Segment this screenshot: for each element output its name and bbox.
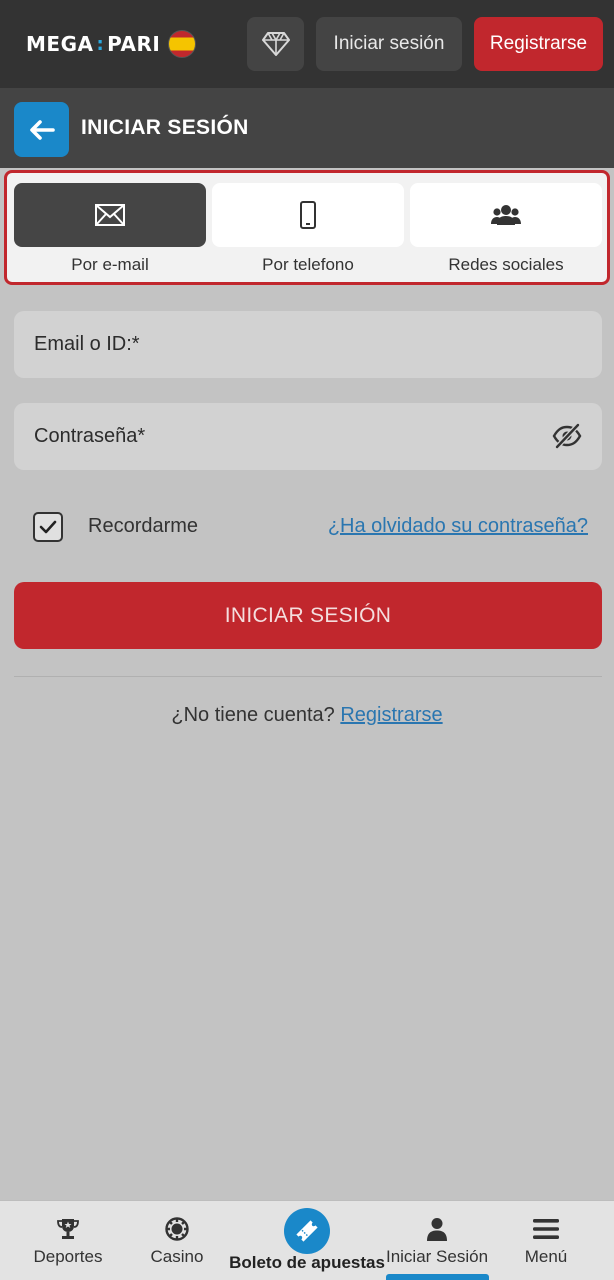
login-submit-button[interactable]: INICIAR SESIÓN bbox=[14, 582, 602, 649]
nav-item-sports[interactable]: Deportes bbox=[13, 1201, 123, 1280]
betslip-label[interactable]: Boleto de apuestas bbox=[200, 1253, 414, 1273]
method-tab-social[interactable]: Redes sociales bbox=[410, 183, 602, 285]
email-field[interactable]: Email o ID:* bbox=[14, 311, 602, 378]
method-label-phone: Por telefono bbox=[262, 255, 354, 274]
header-register-button[interactable]: Registrarse bbox=[474, 17, 603, 71]
nav-item-menu[interactable]: Menú bbox=[491, 1201, 601, 1280]
method-tile-phone[interactable] bbox=[212, 183, 404, 247]
no-account-text: ¿No tiene cuenta? bbox=[171, 704, 335, 726]
phone-icon bbox=[300, 201, 316, 229]
megapari-logo[interactable]: MEGA : PARI bbox=[26, 30, 197, 58]
method-label-email: Por e-mail bbox=[71, 255, 149, 274]
top-header: MEGA : PARI Iniciar sesión Registrarse bbox=[0, 0, 614, 88]
forgot-password-link[interactable]: ¿Ha olvidado su contraseña? bbox=[328, 515, 588, 538]
users-icon bbox=[491, 205, 521, 225]
diamond-icon bbox=[261, 32, 290, 56]
active-tab-indicator bbox=[386, 1274, 489, 1280]
method-tile-email[interactable] bbox=[14, 183, 206, 247]
method-label-social: Redes sociales bbox=[448, 255, 564, 274]
password-field[interactable]: Contraseña* bbox=[14, 403, 602, 470]
casino-chip-icon bbox=[165, 1217, 189, 1241]
divider bbox=[14, 676, 602, 677]
register-link[interactable]: Registrarse bbox=[340, 704, 442, 726]
logo-separator: : bbox=[96, 33, 105, 55]
no-account-row: ¿No tiene cuenta? Registrarse bbox=[0, 704, 614, 727]
method-tab-phone[interactable]: Por telefono bbox=[212, 183, 404, 285]
nav-label-casino: Casino bbox=[150, 1247, 204, 1266]
email-placeholder: Email o ID:* bbox=[34, 333, 140, 355]
hamburger-menu-icon bbox=[533, 1219, 559, 1239]
arrow-left-icon bbox=[29, 119, 55, 140]
betslip-button[interactable] bbox=[284, 1208, 330, 1254]
checkmark-icon bbox=[39, 520, 57, 534]
method-tile-social[interactable] bbox=[410, 183, 602, 247]
nav-label-menu: Menú bbox=[524, 1247, 568, 1266]
header-login-button[interactable]: Iniciar sesión bbox=[316, 17, 462, 71]
remember-me-label[interactable]: Recordarme bbox=[88, 515, 198, 538]
envelope-icon bbox=[95, 204, 125, 226]
nav-label-sports: Deportes bbox=[33, 1247, 103, 1266]
login-method-selector: Por e-mail Por telefono Redes sociales bbox=[4, 170, 610, 285]
remember-me-checkbox[interactable] bbox=[33, 512, 63, 542]
page-title: INICIAR SESIÓN bbox=[81, 116, 249, 139]
page-title-bar: INICIAR SESIÓN bbox=[0, 88, 614, 168]
method-tab-email[interactable]: Por e-mail bbox=[14, 183, 206, 285]
diamond-button[interactable] bbox=[247, 17, 304, 71]
password-placeholder: Contraseña* bbox=[34, 425, 146, 447]
logo-text-left: MEGA bbox=[26, 32, 94, 56]
trophy-icon bbox=[57, 1219, 79, 1239]
ticket-icon bbox=[296, 1220, 318, 1242]
eye-slash-icon bbox=[552, 423, 582, 449]
spain-flag-icon[interactable] bbox=[168, 30, 197, 58]
logo-text-right: PARI bbox=[107, 32, 161, 56]
user-icon bbox=[427, 1218, 447, 1241]
back-button[interactable] bbox=[14, 102, 69, 157]
toggle-password-visibility-button[interactable] bbox=[552, 423, 582, 455]
